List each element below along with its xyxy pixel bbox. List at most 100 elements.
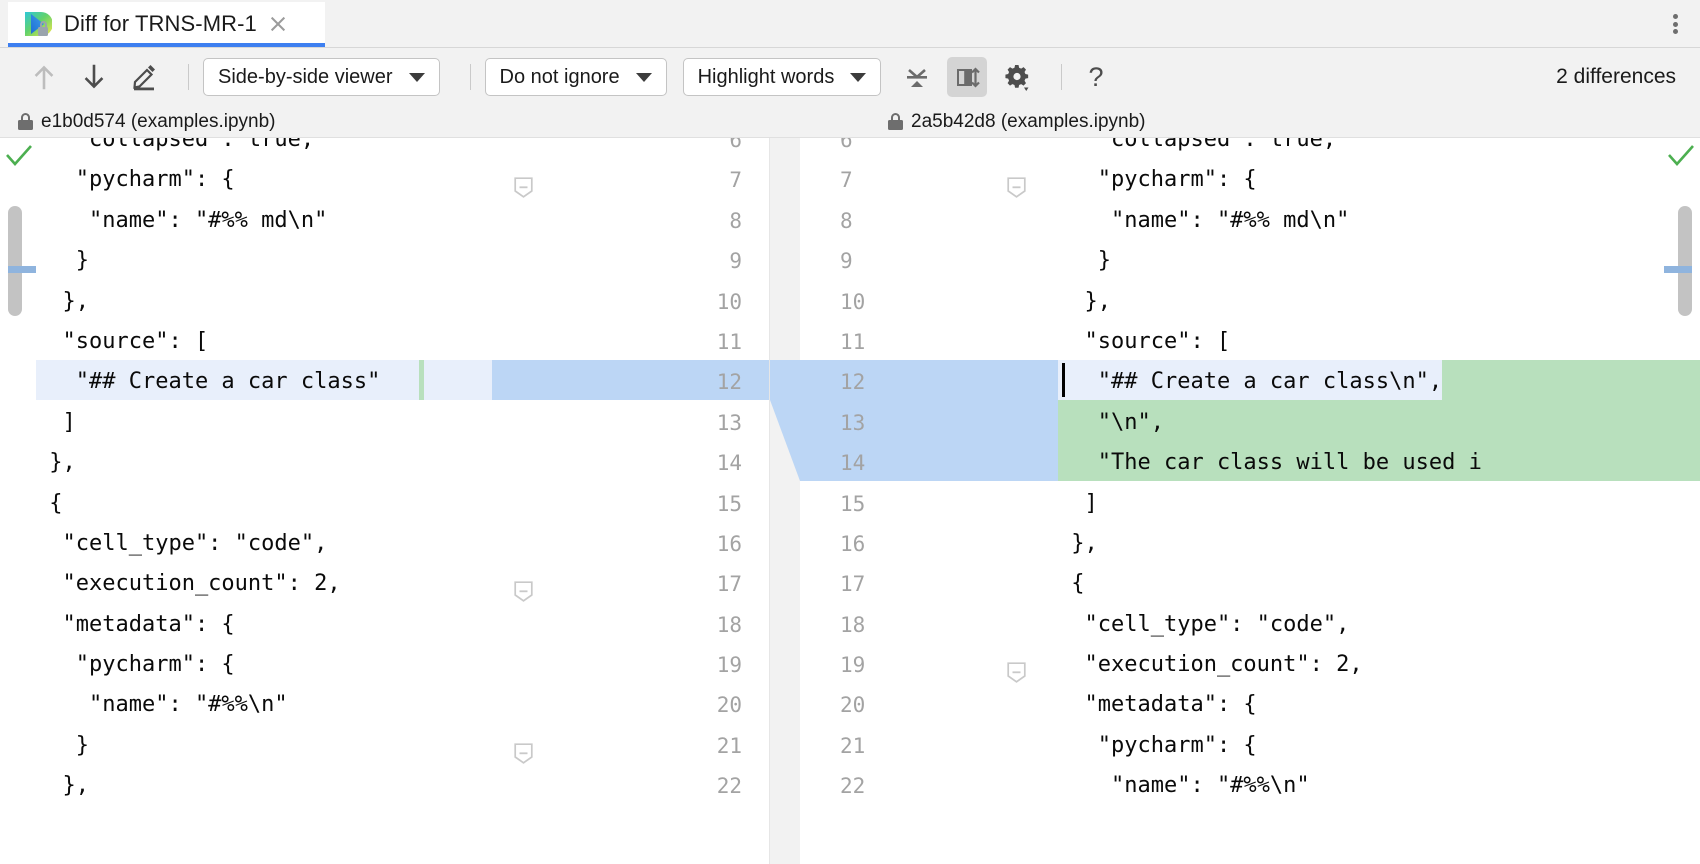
gutter-row[interactable]: 22 [492,766,760,806]
code-line[interactable]: "pycharm": { [1058,160,1678,200]
code-line[interactable]: "name": "#%% md\n" [36,201,492,241]
code-line[interactable]: ] [1058,484,1678,524]
next-difference-button[interactable] [74,57,114,97]
code-line[interactable]: }, [36,766,492,806]
gutter-row[interactable]: 19 [822,645,1058,685]
code-line[interactable]: "cell_type": "code", [36,524,492,564]
gutter-row[interactable]: 13 [492,403,760,443]
pencil-edit-icon[interactable] [124,57,164,97]
left-scrollbar[interactable] [8,206,22,316]
right-diff-pane[interactable]: 678910111213141516171819202122 "collapse… [800,138,1700,864]
fold-end-marker-icon[interactable] [1007,656,1026,677]
code-line[interactable]: "pycharm": { [36,645,492,685]
gutter-row[interactable]: 7 [492,160,760,200]
gutter-row[interactable]: 17 [492,564,760,604]
code-line[interactable]: "collapsed": true, [36,138,492,160]
gutter-row[interactable]: 8 [492,201,760,241]
code-line-text: "source": [ [36,329,208,354]
right-scrollbar[interactable] [1678,206,1692,316]
code-line[interactable]: "pycharm": { [1058,726,1678,766]
code-line[interactable]: "pycharm": { [36,160,492,200]
viewer-mode-select[interactable]: Side-by-side viewer [203,58,440,96]
gutter-row[interactable]: 14 [822,443,1058,483]
line-number: 10 [840,282,865,322]
previous-difference-button[interactable] [24,57,64,97]
code-line[interactable]: "execution_count": 2, [36,564,492,604]
close-icon[interactable] [267,13,289,35]
code-line[interactable]: "metadata": { [36,605,492,645]
gutter-row[interactable]: 10 [822,282,1058,322]
code-line[interactable]: "name": "#%%\n" [36,685,492,725]
code-line[interactable]: "collapsed": true, [1058,138,1678,160]
code-line[interactable]: { [36,484,492,524]
fold-end-marker-icon[interactable] [1007,171,1026,192]
code-line[interactable]: "source": [ [1058,322,1678,362]
code-line[interactable]: "The car class will be used i [1058,443,1678,483]
fold-end-marker-icon[interactable] [514,737,533,758]
fold-end-marker-icon[interactable] [514,575,533,596]
right-code-content[interactable]: "collapsed": true, "pycharm": { "name": … [1058,138,1678,807]
code-line[interactable]: "\n", [1058,403,1678,443]
code-line[interactable]: }, [1058,524,1678,564]
code-line[interactable]: "name": "#%% md\n" [1058,201,1678,241]
gutter-row[interactable]: 21 [492,726,760,766]
gear-icon[interactable] [997,57,1037,97]
code-line[interactable]: "execution_count": 2, [1058,645,1678,685]
right-scrollbar-thumb[interactable] [1678,206,1692,316]
left-code-content[interactable]: "collapsed": true, "pycharm": { "name": … [36,138,492,807]
gutter-row[interactable]: 15 [492,484,760,524]
gutter-row[interactable]: 12 [822,362,1058,402]
code-line[interactable]: } [36,241,492,281]
gutter-row[interactable]: 19 [492,645,760,685]
code-line[interactable]: }, [36,282,492,322]
gutter-row[interactable]: 12 [492,362,760,402]
gutter-row[interactable]: 16 [822,524,1058,564]
question-mark-icon[interactable]: ? [1076,57,1116,97]
code-line[interactable]: "name": "#%%\n" [1058,766,1678,806]
code-line[interactable]: { [1058,564,1678,604]
gutter-row[interactable]: 22 [822,766,1058,806]
gutter-row[interactable]: 8 [822,201,1058,241]
ignore-policy-select[interactable]: Do not ignore [485,58,667,96]
left-diff-pane[interactable]: "collapsed": true, "pycharm": { "name": … [0,138,800,864]
gutter-row[interactable]: 14 [492,443,760,483]
gutter-row[interactable]: 9 [492,241,760,281]
gutter-row[interactable]: 18 [492,605,760,645]
code-line[interactable]: "source": [ [36,322,492,362]
more-options-icon[interactable] [1664,12,1686,36]
right-line-number-gutter[interactable]: 678910111213141516171819202122 [822,138,1058,846]
left-scrollbar-thumb[interactable] [8,206,22,316]
gutter-row[interactable]: 21 [822,726,1058,766]
collapse-unchanged-icon[interactable] [897,57,937,97]
gutter-row[interactable]: 16 [492,524,760,564]
gutter-row[interactable]: 9 [822,241,1058,281]
fold-end-marker-icon[interactable] [514,171,533,192]
code-line[interactable]: ] [36,403,492,443]
gutter-row[interactable]: 17 [822,564,1058,604]
left-diff-scroll-marker[interactable] [8,266,36,273]
code-line-text: "cell_type": "code", [36,531,327,556]
two-column-sync-icon[interactable] [947,57,987,97]
gutter-row[interactable]: 7 [822,160,1058,200]
gutter-row[interactable]: 18 [822,605,1058,645]
gutter-row[interactable]: 15 [822,484,1058,524]
highlight-mode-select[interactable]: Highlight words [683,58,882,96]
code-line[interactable]: }, [36,443,492,483]
code-line[interactable]: "## Create a car class\n", [1058,362,1678,402]
difference-count-label: 2 differences [1556,65,1684,89]
gutter-row[interactable]: 13 [822,403,1058,443]
gutter-row[interactable]: 10 [492,282,760,322]
left-line-number-gutter[interactable]: 678910111213141516171819202122 [492,138,760,846]
code-line[interactable]: "cell_type": "code", [1058,605,1678,645]
gutter-row[interactable]: 11 [822,322,1058,362]
code-line[interactable]: "metadata": { [1058,685,1678,725]
code-line[interactable]: } [1058,241,1678,281]
tab-diff[interactable]: Diff for TRNS-MR-1 [8,2,325,45]
gutter-row[interactable]: 20 [822,685,1058,725]
gutter-row[interactable]: 6 [492,138,760,160]
gutter-row[interactable]: 20 [492,685,760,725]
code-line[interactable]: }, [1058,282,1678,322]
gutter-row[interactable]: 6 [822,138,1058,160]
gutter-row[interactable]: 11 [492,322,760,362]
code-line[interactable]: } [36,726,492,766]
